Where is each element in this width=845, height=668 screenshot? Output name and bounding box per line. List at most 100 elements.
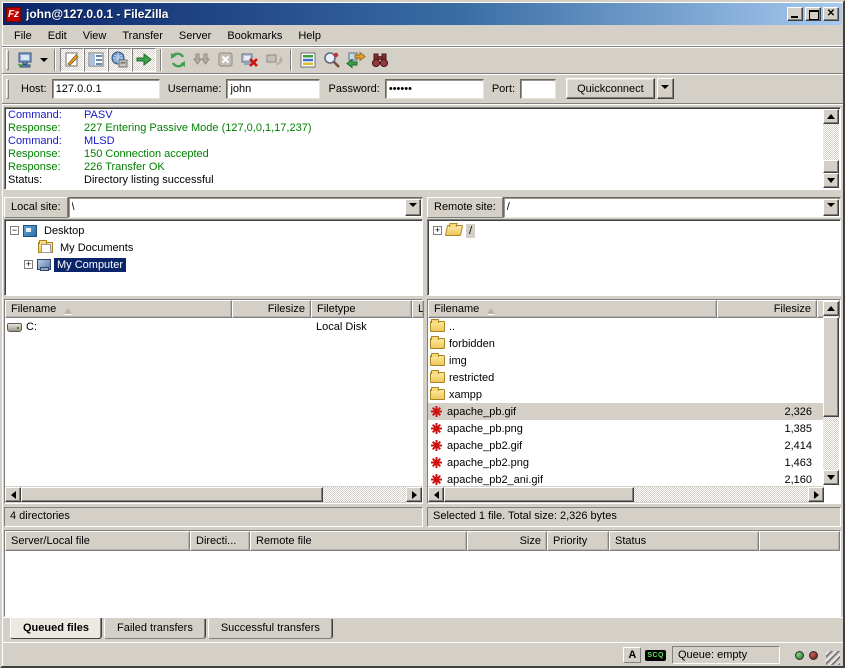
tree-item-desktop[interactable]: Desktop (7, 222, 420, 239)
file-row[interactable]: img (428, 352, 824, 369)
file-row[interactable]: apache_pb2.gif 2,414 (428, 437, 824, 454)
scroll-left-button[interactable] (5, 487, 21, 502)
local-site-combo[interactable] (68, 197, 423, 218)
titlebar[interactable]: Fz john@127.0.0.1 - FileZilla (3, 3, 842, 25)
column-header-priority[interactable]: Priority (547, 531, 609, 551)
minimize-button[interactable] (787, 7, 803, 21)
quickconnect-button[interactable]: Quickconnect (566, 78, 655, 99)
scrollbar-thumb[interactable] (444, 487, 634, 502)
local-tree: Desktop My Documents My Computer (4, 219, 423, 296)
find-files-button[interactable] (368, 48, 392, 72)
port-label: Port: (492, 83, 515, 95)
scrollbar-thumb[interactable] (21, 487, 323, 502)
scroll-right-button[interactable] (808, 487, 824, 502)
scroll-left-button[interactable] (428, 487, 444, 502)
refresh-icon (168, 50, 188, 70)
column-header-size[interactable]: Size (467, 531, 547, 551)
collapse-icon[interactable] (10, 226, 19, 235)
scroll-up-button[interactable] (823, 301, 839, 316)
log-line-text: MLSD (84, 135, 115, 148)
remote-site-input[interactable] (503, 197, 841, 218)
expand-icon[interactable] (24, 260, 33, 269)
menu-edit[interactable]: Edit (40, 28, 75, 44)
toggle-message-log-button[interactable] (60, 48, 84, 72)
image-file-icon (430, 473, 443, 486)
column-header-last-modified[interactable]: L (412, 300, 424, 318)
my-computer-icon (37, 259, 50, 271)
column-header-filename[interactable]: Filename (428, 300, 717, 318)
quickconnect-grip[interactable] (6, 79, 9, 99)
scroll-right-button[interactable] (406, 487, 422, 502)
remote-tree-icon (110, 50, 130, 70)
scroll-down-button[interactable] (823, 470, 839, 485)
menu-transfer[interactable]: Transfer (114, 28, 171, 44)
column-header-remote-file[interactable]: Remote file (250, 531, 467, 551)
host-input[interactable] (52, 79, 160, 99)
tab-failed-transfers[interactable]: Failed transfers (104, 619, 206, 639)
column-header-server-local-file[interactable]: Server/Local file (5, 531, 190, 551)
menu-view[interactable]: View (75, 28, 115, 44)
column-header-filename[interactable]: Filename (5, 300, 232, 318)
tab-successful-transfers[interactable]: Successful transfers (208, 619, 333, 639)
toolbar-grip[interactable] (6, 50, 9, 70)
column-header-filesize[interactable]: Filesize (232, 300, 311, 318)
tree-item-my-computer[interactable]: My Computer (7, 256, 420, 273)
toolbar-separator (290, 49, 292, 71)
site-manager-dropdown[interactable] (37, 48, 50, 72)
toggle-local-tree-button[interactable] (84, 48, 108, 72)
remote-vertical-scrollbar[interactable] (823, 301, 839, 485)
remote-site-dropdown[interactable] (823, 199, 839, 216)
chevron-down-icon (409, 203, 417, 211)
local-site-input[interactable] (68, 197, 423, 218)
toggle-transfer-queue-button[interactable] (132, 48, 156, 72)
file-row[interactable]: apache_pb2_ani.gif 2,160 (428, 471, 824, 486)
refresh-button[interactable] (166, 48, 190, 72)
local-horizontal-scrollbar[interactable] (5, 486, 422, 503)
remote-horizontal-scrollbar[interactable] (428, 486, 824, 503)
menu-help[interactable]: Help (290, 28, 329, 44)
site-manager-button[interactable] (13, 48, 37, 72)
tab-queued-files[interactable]: Queued files (10, 618, 102, 639)
tree-item-root[interactable]: / (430, 222, 838, 239)
password-input[interactable] (385, 79, 484, 99)
quickconnect-dropdown[interactable] (657, 78, 674, 99)
log-vertical-scrollbar[interactable] (823, 109, 839, 188)
file-row[interactable]: forbidden (428, 335, 824, 352)
column-header-filetype[interactable]: Filetype (311, 300, 412, 318)
file-row[interactable]: xampp (428, 386, 824, 403)
file-row[interactable]: apache_pb.png 1,385 (428, 420, 824, 437)
file-row-selected[interactable]: apache_pb.gif 2,326 (428, 403, 824, 420)
close-button[interactable] (823, 7, 839, 21)
file-row[interactable]: .. (428, 318, 824, 335)
menu-server[interactable]: Server (171, 28, 219, 44)
remote-site-combo[interactable] (503, 197, 841, 218)
local-file-row-c-drive[interactable]: C: Local Disk (5, 318, 422, 335)
menu-bookmarks[interactable]: Bookmarks (219, 28, 290, 44)
file-row[interactable]: restricted (428, 369, 824, 386)
data-type-indicator-icon: A (623, 647, 641, 663)
scroll-down-button[interactable] (823, 173, 839, 188)
file-row[interactable]: apache_pb2.png 1,463 (428, 454, 824, 471)
column-header-filesize[interactable]: Filesize (717, 300, 817, 318)
cancel-operation-button[interactable] (214, 48, 238, 72)
resize-grip[interactable] (826, 651, 840, 665)
disconnect-button[interactable] (238, 48, 262, 72)
column-header-direction[interactable]: Directi... (190, 531, 250, 551)
process-queue-button[interactable] (190, 48, 214, 72)
expand-icon[interactable] (433, 226, 442, 235)
local-site-dropdown[interactable] (405, 199, 421, 216)
scrollbar-thumb[interactable] (823, 317, 839, 417)
username-input[interactable] (226, 79, 320, 99)
directory-comparison-button[interactable] (320, 48, 344, 72)
port-input[interactable] (520, 79, 556, 99)
synchronized-browsing-button[interactable] (344, 48, 368, 72)
scrollbar-thumb[interactable] (823, 160, 839, 173)
menu-file[interactable]: File (6, 28, 40, 44)
reconnect-button[interactable] (262, 48, 286, 72)
directory-listing-filters-button[interactable] (296, 48, 320, 72)
maximize-button[interactable] (805, 7, 821, 21)
column-header-status[interactable]: Status (609, 531, 759, 551)
toggle-remote-tree-button[interactable] (108, 48, 132, 72)
tree-item-my-documents[interactable]: My Documents (7, 239, 420, 256)
scroll-up-button[interactable] (823, 109, 839, 124)
